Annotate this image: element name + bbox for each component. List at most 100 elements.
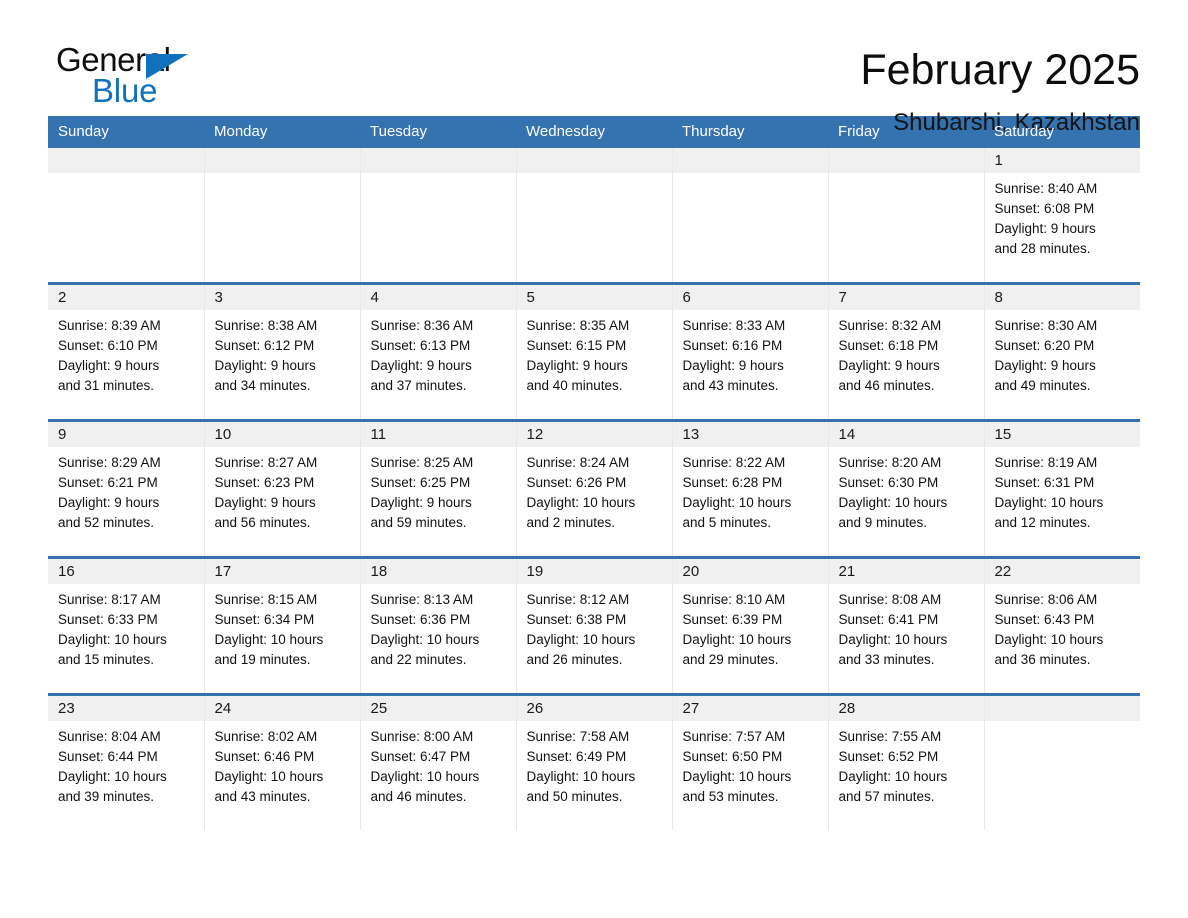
sunset-text: Sunset: 6:15 PM (526, 338, 627, 353)
sunset-text: Sunset: 6:21 PM (58, 475, 158, 490)
day-number-band: 8 (984, 285, 1140, 310)
calendar-week-row: 2 Sunrise: 8:39 AM Sunset: 6:10 PM Daylight… (48, 283, 1140, 421)
daylight-text-line1: Daylight: 9 hours (58, 495, 160, 510)
day-number-band: 9 (48, 422, 204, 447)
sunrise-text: Sunrise: 8:40 AM (994, 181, 1098, 196)
calendar-day-cell[interactable]: 26 Sunrise: 7:58 AM Sunset: 6:49 PM Dayligh… (515, 694, 672, 830)
calendar-day-cell[interactable]: 18 Sunrise: 8:13 AM Sunset: 6:36 PM Dayligh… (359, 557, 516, 695)
calendar-day-cell[interactable]: 22 Sunrise: 8:06 AM Sunset: 6:43 PM Dayligh… (983, 557, 1140, 695)
day-details: Sunrise: 8:22 AM Sunset: 6:28 PM Daylight:… (673, 447, 828, 556)
daylight-text-line1: Daylight: 9 hours (994, 358, 1096, 373)
sunrise-text: Sunrise: 8:00 AM (370, 729, 474, 744)
calendar-day-cell[interactable]: 10 Sunrise: 8:27 AM Sunset: 6:23 PM Dayligh… (203, 420, 360, 558)
calendar-day-cell[interactable]: 25 Sunrise: 8:00 AM Sunset: 6:47 PM Dayligh… (359, 694, 516, 830)
day-number-band: 1 (984, 148, 1140, 173)
daylight-text-line2: and 46 minutes. (838, 378, 935, 393)
day-details: Sunrise: 7:57 AM Sunset: 6:50 PM Daylight:… (673, 721, 828, 830)
calendar-day-cell[interactable]: 20 Sunrise: 8:10 AM Sunset: 6:39 PM Dayligh… (671, 557, 828, 695)
sunrise-text: Sunrise: 8:15 AM (214, 592, 318, 607)
day-details: Sunrise: 8:32 AM Sunset: 6:18 PM Daylight:… (829, 310, 984, 419)
calendar-day-cell[interactable]: 8 Sunrise: 8:30 AM Sunset: 6:20 PM Daylight… (983, 283, 1140, 421)
calendar-day-cell[interactable]: 11 Sunrise: 8:25 AM Sunset: 6:25 PM Dayligh… (359, 420, 516, 558)
calendar-week-row: 16 Sunrise: 8:17 AM Sunset: 6:33 PM Dayligh… (48, 557, 1140, 695)
day-details: Sunrise: 8:10 AM Sunset: 6:39 PM Daylight:… (673, 584, 828, 693)
day-details: Sunrise: 8:27 AM Sunset: 6:23 PM Daylight:… (205, 447, 360, 556)
day-number-band: 28 (828, 696, 984, 721)
calendar-day-cell[interactable]: 27 Sunrise: 7:57 AM Sunset: 6:50 PM Dayligh… (671, 694, 828, 830)
calendar-day-cell[interactable]: 23 Sunrise: 8:04 AM Sunset: 6:44 PM Dayligh… (48, 694, 204, 830)
daylight-text-line1: Daylight: 9 hours (214, 358, 316, 373)
daylight-text-line2: and 29 minutes. (682, 652, 779, 667)
calendar-day-cell[interactable]: 17 Sunrise: 8:15 AM Sunset: 6:34 PM Dayligh… (203, 557, 360, 695)
sunrise-text: Sunrise: 8:13 AM (370, 592, 474, 607)
calendar-day-cell[interactable]: 9 Sunrise: 8:29 AM Sunset: 6:21 PM Daylight… (48, 420, 204, 558)
sunset-text: Sunset: 6:30 PM (838, 475, 939, 490)
daylight-text-line1: Daylight: 9 hours (370, 358, 472, 373)
day-number-band: 5 (516, 285, 672, 310)
calendar-day-cell-empty (515, 148, 672, 284)
day-number: 9 (58, 426, 67, 443)
calendar-day-cell[interactable]: 14 Sunrise: 8:20 AM Sunset: 6:30 PM Dayligh… (827, 420, 984, 558)
day-number-band: 16 (48, 559, 204, 584)
daylight-text-line2: and 43 minutes. (682, 378, 779, 393)
calendar-day-cell[interactable]: 13 Sunrise: 8:22 AM Sunset: 6:28 PM Dayligh… (671, 420, 828, 558)
daylight-text-line2: and 9 minutes. (838, 515, 928, 530)
sunrise-text: Sunrise: 8:22 AM (682, 455, 786, 470)
calendar-day-cell[interactable]: 21 Sunrise: 8:08 AM Sunset: 6:41 PM Dayligh… (827, 557, 984, 695)
day-details (673, 173, 828, 282)
day-number-band: 4 (360, 285, 516, 310)
day-number: 21 (838, 563, 856, 580)
calendar-day-cell[interactable]: 6 Sunrise: 8:33 AM Sunset: 6:16 PM Daylight… (671, 283, 828, 421)
calendar-day-cell-empty (359, 148, 516, 284)
calendar-day-cell[interactable]: 28 Sunrise: 7:55 AM Sunset: 6:52 PM Dayligh… (827, 694, 984, 830)
day-details: Sunrise: 8:15 AM Sunset: 6:34 PM Daylight:… (205, 584, 360, 693)
daylight-text-line2: and 5 minutes. (682, 515, 772, 530)
calendar-day-cell[interactable]: 1 Sunrise: 8:40 AM Sunset: 6:08 PM Daylight… (983, 148, 1140, 284)
calendar-day-cell[interactable]: 2 Sunrise: 8:39 AM Sunset: 6:10 PM Daylight… (48, 283, 204, 421)
day-number: 13 (682, 426, 700, 443)
sunrise-text: Sunrise: 8:27 AM (214, 455, 318, 470)
day-number: 7 (838, 289, 847, 306)
daylight-text-line2: and 28 minutes. (994, 241, 1091, 256)
sunrise-text: Sunrise: 8:32 AM (838, 318, 942, 333)
daylight-text-line1: Daylight: 10 hours (994, 495, 1104, 510)
sunset-text: Sunset: 6:36 PM (370, 612, 471, 627)
daylight-text-line1: Daylight: 9 hours (370, 495, 472, 510)
generalblue-logo: General Blue (48, 42, 198, 118)
sunrise-text: Sunrise: 8:24 AM (526, 455, 630, 470)
daylight-text-line1: Daylight: 9 hours (526, 358, 628, 373)
calendar-day-cell[interactable]: 7 Sunrise: 8:32 AM Sunset: 6:18 PM Daylight… (827, 283, 984, 421)
day-number: 25 (370, 700, 388, 717)
calendar-day-cell[interactable]: 19 Sunrise: 8:12 AM Sunset: 6:38 PM Dayligh… (515, 557, 672, 695)
daylight-text-line1: Daylight: 9 hours (994, 221, 1096, 236)
daylight-text-line2: and 36 minutes. (994, 652, 1091, 667)
daylight-text-line1: Daylight: 10 hours (370, 769, 480, 784)
day-number: 10 (214, 426, 232, 443)
sunset-text: Sunset: 6:41 PM (838, 612, 939, 627)
daylight-text-line1: Daylight: 10 hours (994, 632, 1104, 647)
day-number: 12 (526, 426, 544, 443)
day-number-band: 26 (516, 696, 672, 721)
calendar-day-cell[interactable]: 15 Sunrise: 8:19 AM Sunset: 6:31 PM Dayligh… (983, 420, 1140, 558)
day-number-band (984, 696, 1140, 721)
sunset-text: Sunset: 6:33 PM (58, 612, 158, 627)
day-number: 20 (682, 563, 700, 580)
calendar-day-cell[interactable]: 3 Sunrise: 8:38 AM Sunset: 6:12 PM Daylight… (203, 283, 360, 421)
calendar-day-cell[interactable]: 5 Sunrise: 8:35 AM Sunset: 6:15 PM Daylight… (515, 283, 672, 421)
day-details (985, 721, 1141, 830)
sunset-text: Sunset: 6:18 PM (838, 338, 939, 353)
calendar-day-cell[interactable]: 24 Sunrise: 8:02 AM Sunset: 6:46 PM Dayligh… (203, 694, 360, 830)
daylight-text-line1: Daylight: 9 hours (838, 358, 940, 373)
daylight-text-line2: and 26 minutes. (526, 652, 623, 667)
day-details: Sunrise: 8:38 AM Sunset: 6:12 PM Daylight:… (205, 310, 360, 419)
calendar-day-cell[interactable]: 4 Sunrise: 8:36 AM Sunset: 6:13 PM Daylight… (359, 283, 516, 421)
sunset-text: Sunset: 6:46 PM (214, 749, 315, 764)
daylight-text-line2: and 33 minutes. (838, 652, 935, 667)
sunrise-text: Sunrise: 8:36 AM (370, 318, 474, 333)
calendar-day-cell[interactable]: 12 Sunrise: 8:24 AM Sunset: 6:26 PM Dayligh… (515, 420, 672, 558)
day-details: Sunrise: 8:33 AM Sunset: 6:16 PM Daylight:… (673, 310, 828, 419)
daylight-text-line1: Daylight: 10 hours (214, 632, 324, 647)
day-details: Sunrise: 8:24 AM Sunset: 6:26 PM Daylight:… (517, 447, 672, 556)
sunrise-text: Sunrise: 8:35 AM (526, 318, 630, 333)
calendar-day-cell[interactable]: 16 Sunrise: 8:17 AM Sunset: 6:33 PM Dayligh… (48, 557, 204, 695)
